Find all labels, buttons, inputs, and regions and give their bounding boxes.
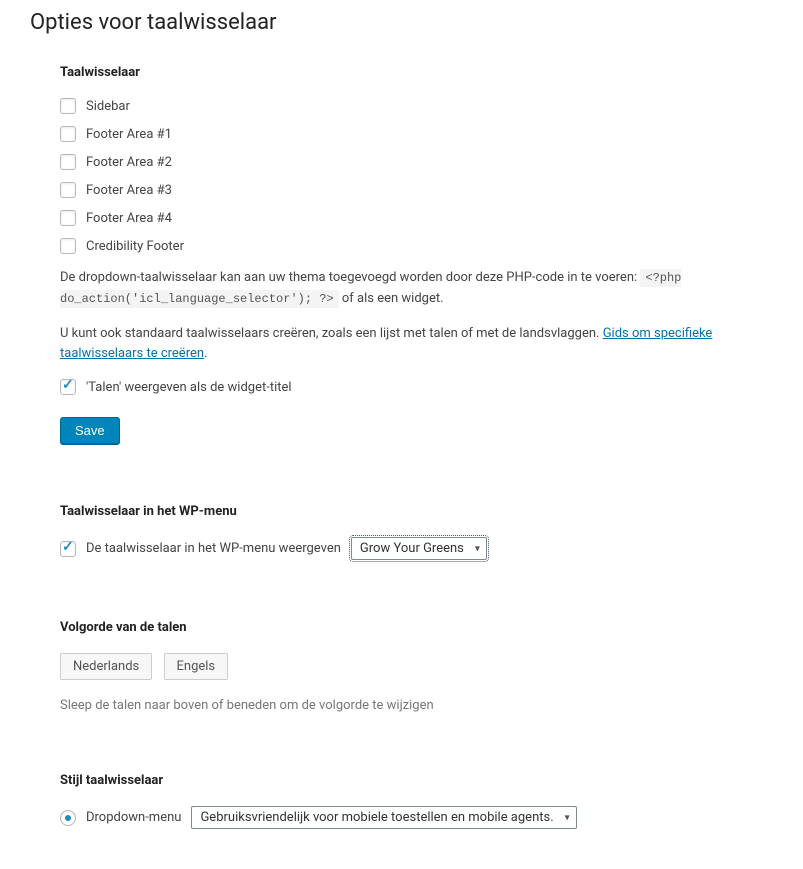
checkbox-footer4-label: Footer Area #4 <box>86 211 172 226</box>
wpmenu-checkbox-row[interactable]: De taalwisselaar in het WP-menu weergeve… <box>60 541 341 557</box>
checkbox-wpmenu-show-label: De taalwisselaar in het WP-menu weergeve… <box>86 541 341 556</box>
area-row-footer1[interactable]: Footer Area #1 <box>60 126 773 142</box>
lang-chip-nl[interactable]: Nederlands <box>60 653 152 680</box>
save-button[interactable]: Save <box>60 417 120 444</box>
section-style-title: Stijl taalwisselaar <box>60 773 773 788</box>
checkbox-wpmenu-show[interactable] <box>60 541 76 557</box>
radio-dropdown-menu[interactable] <box>60 810 76 826</box>
page-title: Opties voor taalwisselaar <box>30 10 773 35</box>
language-chips: Nederlands Engels <box>60 653 773 680</box>
checkbox-footer1-label: Footer Area #1 <box>86 127 172 142</box>
lang-chip-en[interactable]: Engels <box>164 653 229 680</box>
show-lang-widget-row[interactable]: 'Talen' weergeven als de widget-titel <box>60 379 773 395</box>
checkbox-credibility-label: Credibility Footer <box>86 239 184 254</box>
area-row-sidebar[interactable]: Sidebar <box>60 98 773 114</box>
checkbox-footer2-label: Footer Area #2 <box>86 155 172 170</box>
section-switcher-title: Taalwisselaar <box>60 65 773 80</box>
checkbox-show-lang-widget[interactable] <box>60 379 76 395</box>
checkbox-footer1[interactable] <box>60 126 76 142</box>
radio-dropdown-menu-label: Dropdown-menu <box>86 810 181 825</box>
area-row-footer3[interactable]: Footer Area #3 <box>60 182 773 198</box>
area-row-footer4[interactable]: Footer Area #4 <box>60 210 773 226</box>
section-switcher: Taalwisselaar Sidebar Footer Area #1 Foo… <box>60 65 773 444</box>
checkbox-footer4[interactable] <box>60 210 76 226</box>
order-hint: Sleep de talen naar boven of beneden om … <box>60 698 773 713</box>
checkbox-footer3-label: Footer Area #3 <box>86 183 172 198</box>
switcher-desc-before: De dropdown-taalwisselaar kan aan uw the… <box>60 270 640 285</box>
wpmenu-select[interactable]: Grow Your Greens <box>351 537 487 560</box>
checkbox-show-lang-widget-label: 'Talen' weergeven als de widget-titel <box>86 380 292 395</box>
checkbox-sidebar-label: Sidebar <box>86 99 130 114</box>
section-style: Stijl taalwisselaar Dropdown-menu Gebrui… <box>60 773 773 829</box>
checkbox-credibility[interactable] <box>60 238 76 254</box>
checkbox-footer2[interactable] <box>60 154 76 170</box>
section-order-title: Volgorde van de talen <box>60 620 773 635</box>
checkbox-footer3[interactable] <box>60 182 76 198</box>
switcher-desc2-text: U kunt ook standaard taalwisselaars creë… <box>60 326 603 341</box>
area-row-footer2[interactable]: Footer Area #2 <box>60 154 773 170</box>
section-order: Volgorde van de talen Nederlands Engels … <box>60 620 773 713</box>
switcher-desc-after: of als een widget. <box>342 291 444 306</box>
style-select[interactable]: Gebruiksvriendelijk voor mobiele toestel… <box>191 806 576 829</box>
section-wpmenu: Taalwisselaar in het WP-menu De taalwiss… <box>60 504 773 560</box>
area-row-credibility[interactable]: Credibility Footer <box>60 238 773 254</box>
switcher-desc-1: De dropdown-taalwisselaar kan aan uw the… <box>60 268 773 310</box>
section-wpmenu-title: Taalwisselaar in het WP-menu <box>60 504 773 519</box>
switcher-desc-2: U kunt ook standaard taalwisselaars creë… <box>60 324 773 366</box>
checkbox-sidebar[interactable] <box>60 98 76 114</box>
